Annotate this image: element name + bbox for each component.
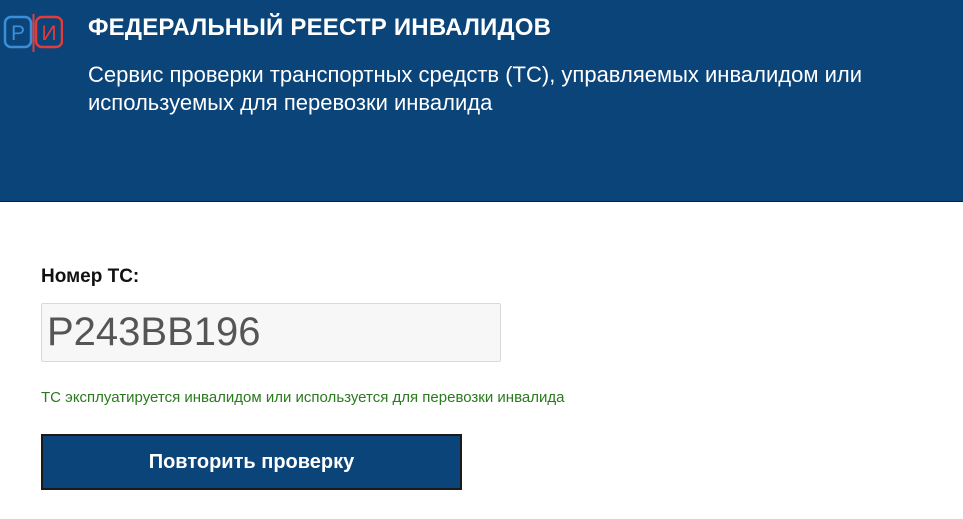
fri-logo: Р И bbox=[3, 14, 63, 52]
plate-number-label: Номер ТС: bbox=[41, 266, 140, 287]
retry-check-button[interactable]: Повторить проверку bbox=[41, 434, 462, 490]
plate-number-input[interactable] bbox=[41, 303, 501, 362]
page-header: Р И ФЕДЕРАЛЬНЫЙ РЕЕСТР ИНВАЛИДОВ Сервис … bbox=[0, 0, 963, 202]
page-subtitle: Сервис проверки транспортных средств (ТС… bbox=[88, 62, 862, 115]
page-title: ФЕДЕРАЛЬНЫЙ РЕЕСТР ИНВАЛИДОВ bbox=[88, 14, 552, 41]
svg-text:И: И bbox=[41, 22, 56, 45]
svg-text:Р: Р bbox=[11, 22, 25, 45]
check-result-message: ТС эксплуатируется инвалидом или использ… bbox=[41, 389, 565, 406]
